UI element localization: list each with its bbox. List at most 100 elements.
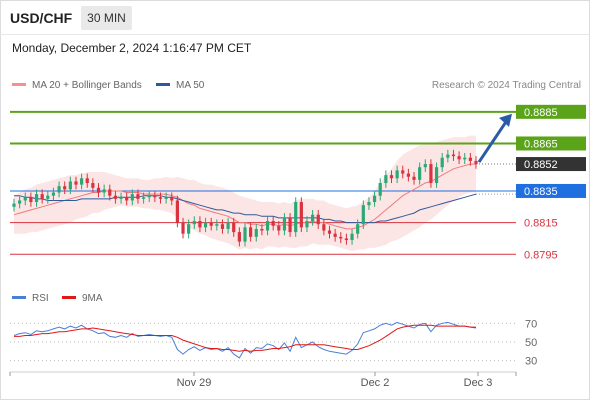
rsi-line (13, 321, 477, 359)
candle-body (232, 222, 236, 233)
candle (299, 197, 303, 233)
candle-body (429, 164, 433, 184)
candle-body (108, 189, 112, 196)
candle-body (344, 238, 349, 241)
candle-body (406, 173, 410, 177)
candle-body (141, 197, 146, 199)
candle-body (170, 197, 174, 201)
chart-svg: 0.8885 0.8865 0.8835 0.8815 0.8795 0.8852 70 5… (9, 104, 586, 389)
candle-body (468, 157, 472, 161)
rsi-layer: 70 50 30 (10, 318, 537, 368)
candle-body (451, 154, 456, 157)
last-price-label: 0.8852 (524, 159, 558, 171)
candle-body (339, 236, 343, 239)
candle-body (125, 197, 129, 201)
candle-body (418, 167, 422, 180)
candle-body (243, 227, 247, 242)
candle-body (401, 170, 405, 174)
x-tick-label-0: Nov 29 (177, 377, 212, 389)
candle-body (175, 200, 179, 223)
candle-body (68, 181, 72, 190)
candle-body (215, 224, 219, 226)
candle-body (446, 154, 450, 158)
candle-body (322, 224, 326, 231)
level-label-0.8835: 0.8835 (524, 186, 558, 198)
projection-layer (477, 113, 512, 163)
candle-body (299, 202, 303, 228)
candle-body (372, 195, 377, 203)
candle-body (226, 222, 230, 229)
candle-body (423, 164, 427, 168)
level-label-0.8865: 0.8865 (524, 138, 558, 150)
candle-body (327, 230, 332, 234)
candle-body (192, 221, 196, 225)
candle-body (51, 192, 56, 196)
candle-body (198, 221, 202, 228)
candle-body (158, 197, 163, 199)
candle-body (130, 194, 134, 201)
candle-body (378, 183, 382, 196)
candle-body (91, 183, 95, 188)
candle (294, 197, 298, 237)
candle-body (367, 202, 371, 206)
candle-body (136, 194, 140, 199)
candle-body (260, 228, 264, 231)
candle-body (220, 224, 225, 229)
candle-body (277, 225, 281, 231)
candle-body (209, 222, 213, 226)
candle-body (23, 197, 27, 201)
candle-body (271, 221, 275, 226)
x-tick-label-2: Dec 3 (464, 377, 493, 389)
candle (175, 195, 179, 228)
candle-body (350, 233, 354, 241)
candle-body (181, 222, 185, 234)
candle-body (249, 227, 253, 237)
candle-body (288, 217, 292, 233)
candle-body (74, 181, 78, 185)
candle-body (18, 200, 22, 204)
level-label-0.8795: 0.8795 (524, 249, 558, 261)
candle-body (384, 175, 388, 184)
candle-body (463, 157, 467, 160)
candle-body (395, 170, 399, 179)
candle-body (412, 176, 416, 180)
candle-body (119, 197, 123, 199)
candle-body (294, 202, 298, 233)
candle-body (113, 195, 118, 199)
candle-body (12, 203, 16, 207)
candle-body (203, 222, 208, 228)
candle-body (187, 224, 191, 234)
candle-body (440, 157, 444, 168)
candle-body (434, 167, 439, 184)
candle-body (254, 228, 258, 237)
candle-body (389, 175, 394, 179)
level-label-0.8815: 0.8815 (524, 218, 558, 230)
candle-body (85, 178, 89, 184)
candle-body (96, 187, 101, 193)
candle-body (311, 214, 315, 222)
candle-body (361, 205, 365, 225)
candle-body (316, 214, 320, 225)
candle-body (457, 156, 461, 160)
candle-body (282, 217, 287, 231)
projection-arrow-shaft (477, 120, 508, 163)
candle-body (29, 197, 33, 203)
candle-body (34, 194, 39, 203)
candle-body (153, 195, 157, 198)
candle-body (80, 178, 84, 185)
x-axis-layer: Nov 29 Dec 2 Dec 3 (9, 371, 517, 389)
candle-body (237, 232, 241, 242)
candle-body (57, 186, 61, 193)
candle-body (102, 189, 106, 193)
rsi-tick-30: 30 (525, 356, 537, 368)
rsi-9ma-line (14, 324, 476, 352)
candle-body (40, 194, 44, 199)
candle-body (147, 195, 151, 198)
candle-body (164, 197, 168, 199)
candle-body (63, 186, 67, 190)
rsi-tick-70: 70 (525, 318, 537, 330)
candle-body (46, 195, 50, 199)
rsi-tick-50: 50 (525, 337, 537, 349)
candle-body (305, 221, 309, 228)
level-label-0.8885: 0.8885 (524, 107, 558, 119)
